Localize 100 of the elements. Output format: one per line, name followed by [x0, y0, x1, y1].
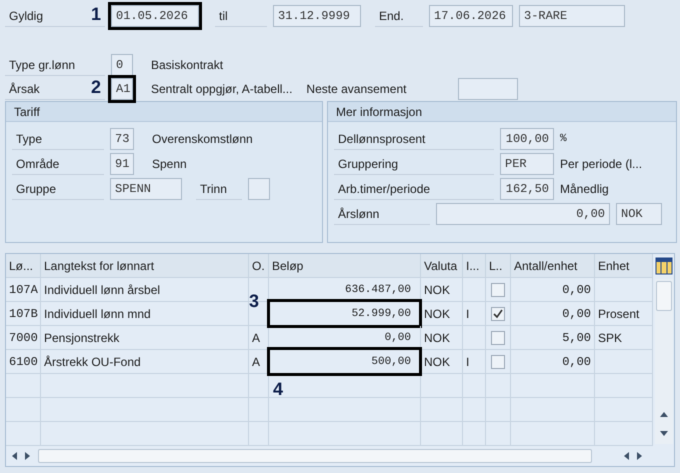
input-field[interactable]: 3-RARE — [519, 5, 625, 27]
table-cell — [595, 350, 653, 374]
input-field[interactable]: 91 — [110, 153, 134, 175]
empty-table-cell — [463, 422, 486, 446]
table-cell: A — [249, 326, 269, 350]
column-header[interactable]: Beløp — [269, 254, 421, 278]
table-cell: Årstrekk OU-Fond — [41, 350, 249, 374]
input-field[interactable]: 01.05.2026 — [111, 5, 199, 27]
panel-title: Tariff — [6, 102, 322, 122]
table-cell-text: 52.999,00 — [350, 307, 412, 322]
empty-table-cell — [421, 422, 463, 446]
input-field[interactable]: SPENN — [110, 178, 182, 200]
check-icon — [493, 308, 503, 318]
empty-table-cell — [6, 398, 41, 422]
input-field[interactable]: PER — [500, 153, 554, 175]
callout-number: 1 — [91, 3, 102, 25]
table-cell: 5,00 — [511, 326, 595, 350]
field-label: Arb.timer/periode — [334, 178, 494, 200]
table-cell: 107B — [6, 302, 41, 326]
field-label: Gruppering — [334, 153, 494, 175]
table-cell: 0,00 — [511, 302, 595, 326]
empty-table-cell — [249, 422, 269, 446]
empty-table-cell — [463, 398, 486, 422]
scroll-thumb[interactable] — [656, 281, 672, 311]
table-cell: SPK — [595, 326, 653, 350]
description-text: Sentralt oppgjør, A-tabell... — [151, 81, 292, 98]
empty-table-cell — [595, 422, 653, 446]
field-label: Type gr.lønn — [5, 54, 105, 76]
empty-table-cell — [463, 374, 486, 398]
table-cell: Prosent — [595, 302, 653, 326]
scroll-right-icon[interactable] — [636, 451, 644, 461]
table-cell: Pensjonstrekk — [41, 326, 249, 350]
column-header[interactable]: O. — [249, 254, 269, 278]
scroll-right-icon[interactable] — [24, 451, 32, 461]
column-header[interactable]: Enhet — [595, 254, 653, 278]
callout-number: 3 — [249, 290, 260, 312]
empty-table-cell — [421, 374, 463, 398]
callout-number: 4 — [273, 378, 284, 400]
input-field[interactable]: 31.12.9999 — [273, 5, 361, 27]
description-text: Månedlig — [560, 181, 609, 198]
empty-table-cell — [6, 374, 41, 398]
empty-table-cell — [486, 398, 511, 422]
table-cell: 0,00 — [511, 350, 595, 374]
input-field[interactable]: NOK — [616, 203, 662, 225]
input-field[interactable]: 0 — [111, 54, 133, 76]
checkbox[interactable] — [491, 330, 505, 344]
column-layout-icon[interactable] — [654, 257, 672, 275]
callout-number: 2 — [91, 76, 102, 98]
empty-table-cell — [249, 398, 269, 422]
column-header[interactable]: I... — [463, 254, 486, 278]
table-cell — [595, 278, 653, 302]
input-field[interactable]: 0,00 — [436, 203, 610, 225]
table-cell-text: 0,00 — [384, 331, 412, 346]
field-label: End. — [375, 5, 423, 27]
field-label: Neste avansement — [306, 81, 408, 98]
table-cell: A — [249, 350, 269, 374]
table-cell: 0,00 — [511, 278, 595, 302]
field-label: Årslønn — [334, 203, 430, 225]
input-field[interactable]: A1 — [111, 78, 133, 100]
scroll-down-icon[interactable] — [658, 430, 668, 438]
input-field[interactable] — [458, 78, 518, 100]
input-field[interactable]: 162,50 — [500, 178, 554, 200]
empty-table-cell — [486, 422, 511, 446]
field-label: Trinn — [196, 178, 242, 200]
table-cell: Individuell lønn mnd — [41, 302, 249, 326]
column-header[interactable]: L.. — [486, 254, 511, 278]
column-header[interactable]: Lø... — [6, 254, 41, 278]
checkbox[interactable] — [491, 354, 505, 368]
table-cell: NOK — [421, 350, 463, 374]
empty-table-cell — [595, 374, 653, 398]
vertical-scrollbar[interactable] — [654, 279, 672, 444]
column-header[interactable]: Valuta — [421, 254, 463, 278]
horizontal-scrollbar[interactable] — [38, 449, 592, 463]
field-label: til — [215, 5, 267, 27]
description-text: Basiskontrakt — [151, 57, 224, 74]
input-field[interactable] — [248, 178, 270, 200]
table-cell-text: 636.487,00 — [344, 283, 412, 298]
input-field[interactable]: 17.06.2026 — [429, 5, 513, 27]
column-header[interactable]: Langtekst for lønnart — [41, 254, 249, 278]
empty-table-cell — [6, 422, 41, 446]
field-label: Dellønnsprosent — [334, 128, 494, 150]
table-cell: NOK — [421, 326, 463, 350]
table-cell: 7000 — [6, 326, 41, 350]
empty-table-cell — [421, 398, 463, 422]
input-field[interactable]: 73 — [110, 128, 134, 150]
checkbox[interactable] — [491, 306, 505, 320]
scroll-left-icon[interactable] — [622, 451, 630, 461]
table-cell: Individuell lønn årsbel — [41, 278, 249, 302]
table-cell-text: 500,00 — [370, 355, 412, 370]
scroll-up-icon[interactable] — [658, 410, 668, 418]
input-field[interactable]: 100,00 — [500, 128, 554, 150]
empty-table-cell — [249, 374, 269, 398]
panel-title: Mer informasjon — [328, 102, 676, 122]
table-cell: 6100 — [6, 350, 41, 374]
column-header[interactable]: Antall/enhet — [511, 254, 595, 278]
scroll-left-icon[interactable] — [10, 451, 18, 461]
checkbox[interactable] — [491, 282, 505, 296]
table-cell: I — [463, 350, 486, 374]
description-text: Spenn — [152, 156, 187, 173]
field-label: Type — [12, 128, 104, 150]
